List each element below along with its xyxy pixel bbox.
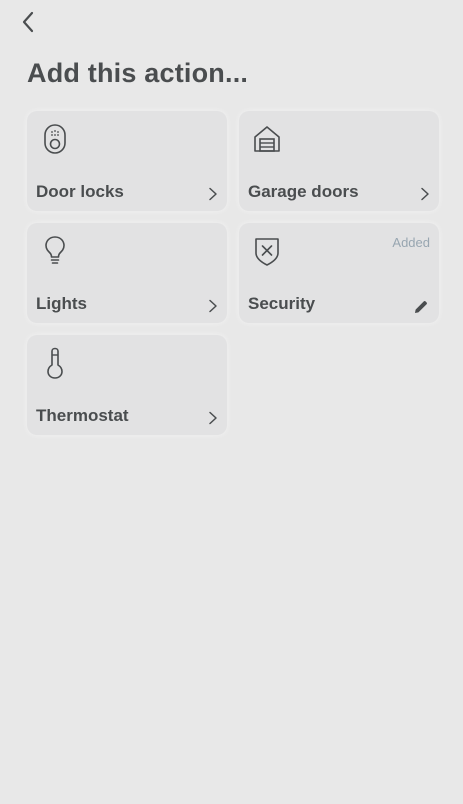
thermometer-icon <box>47 347 63 379</box>
added-badge: Added <box>392 235 430 250</box>
door-lock-icon <box>44 124 66 154</box>
action-card-door-locks[interactable]: Door locks <box>27 111 227 211</box>
action-label: Lights <box>36 294 87 313</box>
chevron-right-icon <box>209 187 217 201</box>
page-title: Add this action... <box>27 58 249 88</box>
back-button[interactable] <box>14 8 42 36</box>
security-shield-icon <box>255 238 279 266</box>
action-card-lights[interactable]: Lights <box>27 223 227 323</box>
lightbulb-icon <box>45 236 65 264</box>
chevron-right-icon <box>421 187 429 201</box>
action-label: Door locks <box>36 182 124 201</box>
action-label: Thermostat <box>36 406 129 425</box>
chevron-right-icon <box>209 411 217 425</box>
garage-icon <box>254 126 280 152</box>
chevron-left-icon <box>22 11 34 33</box>
action-card-security[interactable]: Added Security <box>239 223 439 323</box>
action-label: Security <box>248 294 316 313</box>
action-card-thermostat[interactable]: Thermostat <box>27 335 227 435</box>
action-label: Garage doors <box>248 182 359 201</box>
action-grid: Door locks Garage doors Lights Added Sec… <box>27 111 439 435</box>
chevron-right-icon <box>209 299 217 313</box>
action-card-garage-doors[interactable]: Garage doors <box>239 111 439 211</box>
edit-pencil-icon[interactable] <box>413 299 429 315</box>
